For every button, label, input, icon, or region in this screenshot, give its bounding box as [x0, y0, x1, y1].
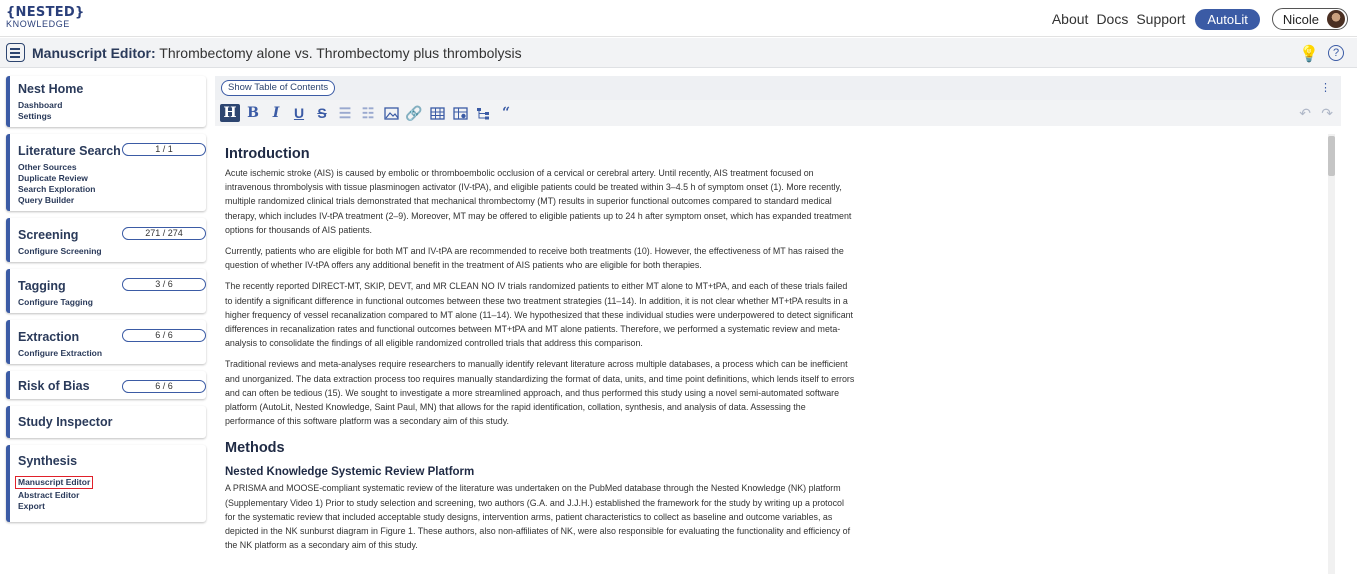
nav-support-link[interactable]: Support: [1136, 11, 1185, 27]
paragraph-2: Currently, patients who are eligible for…: [225, 246, 844, 271]
sidebar-card-tagging: Tagging 3 / 6 Configure Tagging: [6, 269, 206, 313]
avatar: [1327, 10, 1345, 28]
italic-button[interactable]: I: [266, 104, 286, 122]
nav-docs-link[interactable]: Docs: [1096, 11, 1128, 27]
sidebar-item-export[interactable]: Export: [18, 501, 198, 512]
screening-count: 271 / 274: [122, 227, 206, 240]
user-name: Nicole: [1282, 11, 1319, 27]
top-nav: {NESTED} KNOWLEDGE About Docs Support Au…: [0, 0, 1357, 37]
paragraph-4: Traditional reviews and meta-analyses re…: [225, 359, 855, 427]
heading-introduction: Introduction: [225, 146, 310, 162]
page-title: Manuscript Editor: Thrombectomy alone vs…: [32, 45, 522, 61]
sidebar-item-configure-extraction[interactable]: Configure Extraction: [18, 348, 198, 359]
synthesis-title[interactable]: Synthesis: [18, 454, 198, 468]
redo-icon[interactable]: ↷: [1321, 105, 1333, 122]
sidebar-item-dashboard[interactable]: Dashboard: [18, 100, 198, 111]
image-icon[interactable]: [381, 104, 401, 122]
sidebar-card-literature-search: Literature Search 1 / 1 Other Sources Du…: [6, 134, 206, 211]
tagging-count: 3 / 6: [122, 278, 206, 291]
quote-icon[interactable]: “: [496, 104, 516, 122]
sidebar-card-extraction: Extraction 6 / 6 Configure Extraction: [6, 320, 206, 364]
link-icon[interactable]: 🔗: [404, 104, 424, 122]
sidebar-item-abstract-editor[interactable]: Abstract Editor: [18, 490, 198, 501]
heading-button[interactable]: H: [220, 104, 240, 122]
paragraph-1: Acute ischemic stroke (AIS) is caused by…: [225, 168, 852, 235]
extraction-count: 6 / 6: [122, 329, 206, 342]
sidebar-card-study-inspector: Study Inspector: [6, 406, 206, 438]
nav-links: About Docs Support AutoLit Nicole: [1044, 8, 1348, 30]
more-options-icon[interactable]: ⋮: [1320, 81, 1331, 94]
strikethrough-button[interactable]: S: [312, 104, 332, 122]
sidebar-item-other-sources[interactable]: Other Sources: [18, 162, 198, 173]
toc-bar: Show Table of Contents ⋮: [215, 76, 1341, 100]
undo-icon[interactable]: ↶: [1299, 105, 1311, 122]
heading-nk-platform: Nested Knowledge Systemic Review Platfor…: [225, 466, 475, 479]
autolit-button[interactable]: AutoLit: [1195, 8, 1260, 30]
paragraph-5: A PRISMA and MOOSE-compliant systematic …: [225, 483, 851, 551]
bullet-list-icon[interactable]: ☰: [335, 104, 355, 122]
help-icon[interactable]: ?: [1328, 45, 1344, 61]
hamburger-menu-icon[interactable]: [6, 43, 25, 62]
scrollbar-thumb[interactable]: [1328, 136, 1335, 176]
sidebar-item-manuscript-editor[interactable]: Manuscript Editor: [14, 476, 94, 489]
logo[interactable]: {NESTED} KNOWLEDGE: [6, 6, 85, 29]
page-title-text: Thrombectomy alone vs. Thrombectomy plus…: [155, 45, 522, 61]
nest-home-title[interactable]: Nest Home: [18, 82, 198, 96]
sidebar-item-settings[interactable]: Settings: [18, 111, 198, 122]
study-inspector-title[interactable]: Study Inspector: [18, 415, 198, 429]
sidebar-card-screening: Screening 271 / 274 Configure Screening: [6, 218, 206, 262]
tree-icon[interactable]: [473, 104, 493, 122]
logo-bottom: KNOWLEDGE: [6, 19, 70, 29]
editor-toolbar: H B I U S ☰ ☷ 🔗 “ ↶ ↷: [215, 100, 1341, 126]
sidebar-item-search-exploration[interactable]: Search Exploration: [18, 184, 198, 195]
risk-of-bias-count: 6 / 6: [122, 380, 206, 393]
manuscript-editor: Show Table of Contents ⋮ H B I U S ☰ ☷ 🔗…: [215, 76, 1341, 576]
table-icon[interactable]: [427, 104, 447, 122]
sidebar-card-nest-home: Nest Home Dashboard Settings: [6, 76, 206, 127]
nav-about-link[interactable]: About: [1052, 11, 1089, 27]
underline-button[interactable]: U: [289, 104, 309, 122]
title-bar: Manuscript Editor: Thrombectomy alone vs…: [0, 38, 1357, 68]
page-title-label: Manuscript Editor:: [32, 45, 156, 61]
numbered-list-icon[interactable]: ☷: [358, 104, 378, 122]
paragraph-3: The recently reported DIRECT-MT, SKIP, D…: [225, 281, 854, 349]
sidebar-card-risk-of-bias: Risk of Bias 6 / 6: [6, 371, 206, 399]
sidebar-item-configure-tagging[interactable]: Configure Tagging: [18, 297, 198, 308]
sidebar: Nest Home Dashboard Settings Literature …: [6, 76, 206, 529]
editor-scrollbar[interactable]: [1328, 134, 1335, 574]
literature-search-count: 1 / 1: [122, 143, 206, 156]
heading-methods: Methods: [225, 440, 285, 457]
lightbulb-icon[interactable]: 💡: [1299, 44, 1319, 64]
manuscript-content[interactable]: Introduction Acute ischemic stroke (AIS)…: [225, 146, 855, 559]
sidebar-item-query-builder[interactable]: Query Builder: [18, 195, 198, 206]
sidebar-item-duplicate-review[interactable]: Duplicate Review: [18, 173, 198, 184]
table-edit-icon[interactable]: [450, 104, 470, 122]
sidebar-card-synthesis: Synthesis Manuscript Editor Abstract Edi…: [6, 445, 206, 522]
bold-button[interactable]: B: [243, 104, 263, 122]
show-toc-button[interactable]: Show Table of Contents: [221, 80, 336, 96]
sidebar-item-configure-screening[interactable]: Configure Screening: [18, 246, 198, 257]
logo-top: {NESTED}: [6, 5, 85, 20]
user-menu-button[interactable]: Nicole: [1271, 8, 1348, 30]
